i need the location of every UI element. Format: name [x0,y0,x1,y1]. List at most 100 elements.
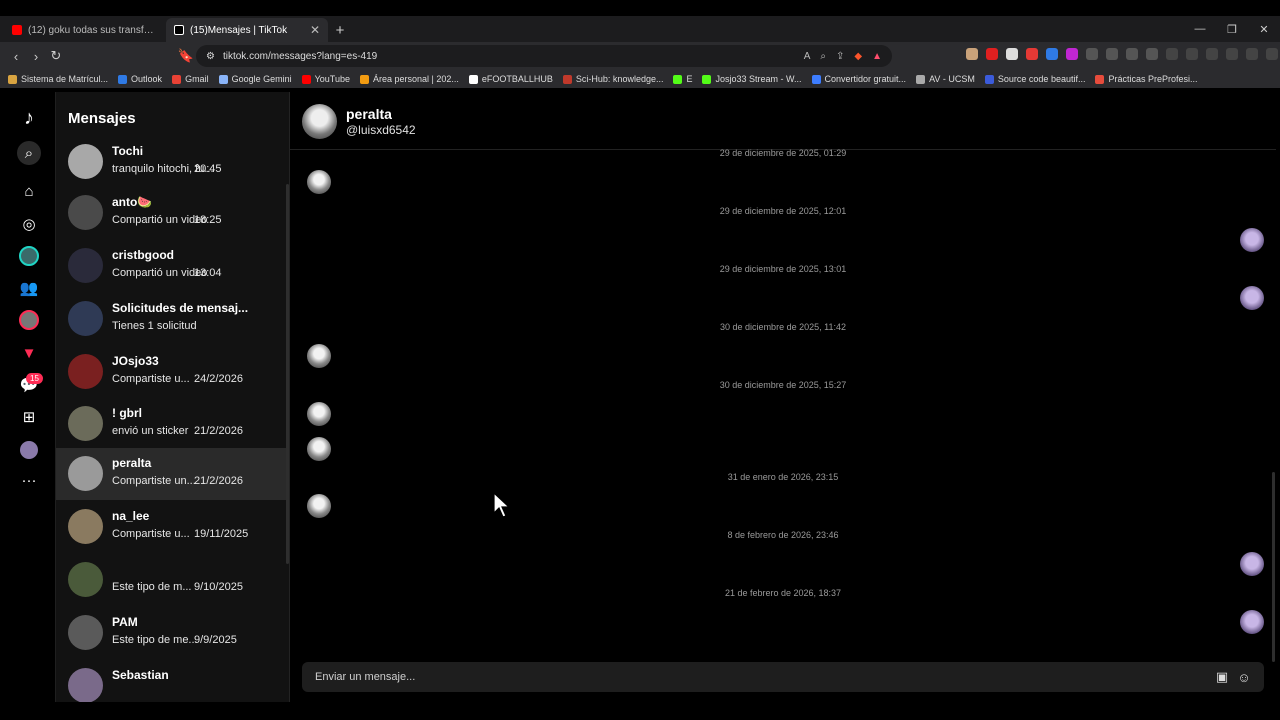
peer-message-avatar[interactable] [307,170,331,194]
live-avatar-icon[interactable] [17,308,41,332]
image-upload-icon[interactable]: ▣ [1214,669,1230,685]
bookmark-item[interactable]: Source code beautif... [984,74,1085,84]
bookmark-icon[interactable]: 🔖 [176,46,196,66]
bookmark-item[interactable]: Convertidor gratuit... [811,74,906,84]
conversation-item[interactable]: PAM Este tipo de me... 9/9/2025 [56,607,286,659]
bookmark-item[interactable]: E [673,74,692,84]
bookmark-label: YouTube [314,74,350,84]
extension-icon[interactable] [986,48,998,60]
shield-icon[interactable]: ◆ [854,51,862,62]
bookmark-item[interactable]: Sistema de Matrícul... [8,74,108,84]
tab-tiktok[interactable]: (15)Mensajes | TikTok ✕ [166,18,328,42]
conversation-item[interactable]: cristbgood Compartió un video 13:04 [56,240,286,292]
back-icon[interactable]: ‹ [6,46,26,66]
translate-icon[interactable]: A [804,51,811,62]
share-icon[interactable]: ⇪ [836,51,844,62]
close-window-icon[interactable]: ✕ [1248,16,1280,42]
peer-message-avatar[interactable] [307,402,331,426]
conversation-item[interactable]: Tochi tranquilo hitochi, fu... 20:45 [56,136,286,188]
bookmark-item[interactable]: eFOOTBALLHUB [468,74,553,84]
bookmark-item[interactable]: YouTube [301,74,350,84]
bookmark-item[interactable]: Área personal | 202... [359,74,459,84]
extension-icon[interactable] [1106,48,1118,60]
message-timestamp: 29 de diciembre de 2025, 12:01 [719,206,847,216]
zoom-icon[interactable]: ⌕ [820,51,826,62]
chat-scrollbar[interactable] [1272,472,1275,662]
maximize-icon[interactable]: ❐ [1216,16,1248,42]
conversation-item[interactable]: Este tipo de m... 9/10/2025 [56,554,286,606]
conversation-scrollbar[interactable] [286,184,289,564]
own-message-avatar[interactable] [1240,228,1264,252]
forward-icon[interactable]: › [26,46,46,66]
following-avatar-icon[interactable] [17,244,41,268]
conversation-item[interactable]: anto🍉 Compartió un video 18:25 [56,187,286,239]
peer-message-avatar[interactable] [307,437,331,461]
avatar [68,354,103,389]
search-icon[interactable]: ⌕ [17,141,41,165]
bookmark-item[interactable]: Josjo33 Stream - W... [702,74,802,84]
minimize-icon[interactable]: — [1184,16,1216,42]
bookmark-item[interactable]: Google Gemini [218,74,292,84]
own-message-avatar[interactable] [1240,286,1264,310]
more-icon[interactable]: ··· [17,468,41,492]
wallet-icon[interactable] [1206,48,1218,60]
conversation-item[interactable]: Solicitudes de mensaj... Tienes 1 solicit… [56,293,286,345]
extension-icon[interactable] [1146,48,1158,60]
avatar [68,509,103,544]
new-tab-button[interactable]: + [328,18,352,42]
peer-message-avatar[interactable] [307,344,331,368]
explore-icon[interactable]: ◎ [17,212,41,236]
conversation-item[interactable]: JOsjo33 Compartiste u... 24/2/2026 [56,346,286,398]
emoji-icon[interactable]: ☺ [1236,669,1252,685]
conversation-name: Solicitudes de mensaj... [112,301,249,315]
message-composer[interactable]: Enviar un mensaje... ▣ ☺ [302,662,1264,692]
conversation-item[interactable]: Sebastian [56,660,286,702]
tiktok-logo-icon[interactable]: ♪ [17,106,41,130]
avatar [68,456,103,491]
bookmark-item[interactable]: Prácticas PreProfesi... [1095,74,1198,84]
friends-icon[interactable]: 👥 [17,276,41,300]
own-message-avatar[interactable] [1240,552,1264,576]
extension-icon[interactable] [1086,48,1098,60]
message-input[interactable]: Enviar un mensaje... [315,671,415,683]
site-settings-icon[interactable]: ⚙ [206,51,215,62]
upload-icon[interactable]: ⊞ [17,405,41,429]
conversation-item[interactable]: na_lee Compartiste u... 19/11/2025 [56,501,286,553]
conversation-item[interactable]: ! gbrl envió un sticker 21/2/2026 [56,398,286,450]
chat-avatar[interactable] [302,104,337,139]
vpn-icon[interactable] [1246,48,1258,60]
rewards-icon[interactable]: ▲ [872,51,882,62]
own-message-avatar[interactable] [1240,610,1264,634]
tab-youtube[interactable]: (12) goku todas sus transformacio [4,18,166,42]
bookmark-item[interactable]: Outlook [118,74,162,84]
menu-icon[interactable] [1266,48,1278,60]
conversation-item[interactable]: peralta Compartiste un... 21/2/2026 [56,448,286,500]
bookmark-item[interactable]: Gmail [172,74,209,84]
chat-name[interactable]: peralta [346,106,392,122]
activity-icon[interactable]: ▼ [17,341,41,365]
close-tab-icon[interactable]: ✕ [310,23,320,37]
sidebar-icon[interactable] [1186,48,1198,60]
reload-icon[interactable]: ↻ [46,46,66,66]
bookmark-favicon-icon [811,74,821,84]
bookmark-favicon-icon [1095,74,1105,84]
extension-icon[interactable] [966,48,978,60]
extension-icon[interactable] [1066,48,1078,60]
peer-message-avatar[interactable] [307,494,331,518]
bookmark-item[interactable]: AV - UCSM [916,74,975,84]
chat-handle[interactable]: @luisxd6542 [346,123,416,137]
home-icon[interactable]: ⌂ [17,179,41,203]
extension-icon[interactable] [1006,48,1018,60]
extension-icon[interactable] [1046,48,1058,60]
profile-avatar-icon[interactable] [17,438,41,462]
media-icon[interactable] [1166,48,1178,60]
bookmark-item[interactable]: Sci-Hub: knowledge... [562,74,663,84]
conversation-time: 18:25 [194,214,222,226]
conversation-name: ! gbrl [112,406,142,420]
leo-icon[interactable] [1226,48,1238,60]
address-bar[interactable]: ⚙ tiktok.com/messages?lang=es-419 A ⌕ ⇪ … [196,45,892,67]
extension-icon[interactable] [1026,48,1038,60]
extensions-puzzle-icon[interactable] [1126,48,1138,60]
message-timestamp: 8 de febrero de 2026, 23:46 [727,530,839,540]
conversation-name: JOsjo33 [112,354,159,368]
